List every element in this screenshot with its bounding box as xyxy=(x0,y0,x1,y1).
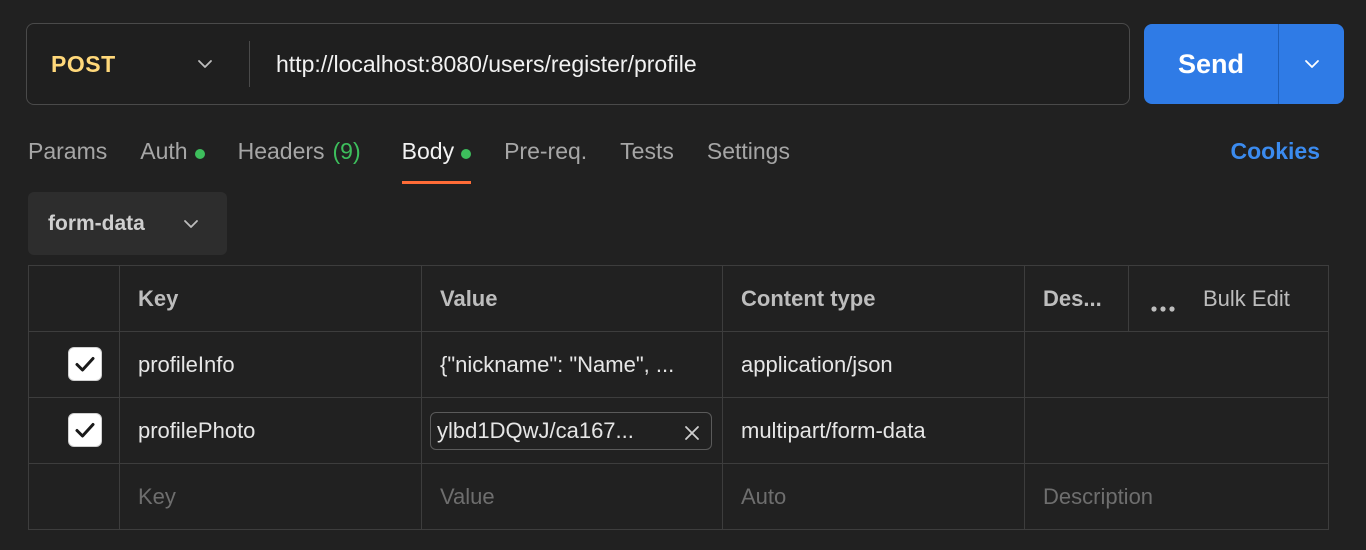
row-value[interactable]: {"nickname": "Name", ... xyxy=(421,331,723,398)
bulk-edit-button[interactable]: Bulk Edit xyxy=(1203,286,1290,312)
headers-count: (9) xyxy=(332,138,361,164)
row-check-cell xyxy=(28,463,120,530)
row-content-type[interactable]: multipart/form-data xyxy=(722,397,1025,464)
row-value-text: {"nickname": "Name", ... xyxy=(440,351,675,377)
tab-body[interactable]: Body xyxy=(401,134,472,184)
status-dot xyxy=(461,149,472,159)
checkmark-icon xyxy=(75,357,95,372)
request-bar: POST xyxy=(26,23,1130,105)
checkmark-icon xyxy=(75,423,95,438)
row-value: ylbd1DQwJ/ca167... xyxy=(421,397,723,464)
tab-label: Params xyxy=(28,138,108,164)
row-key-text: profileInfo xyxy=(138,351,235,377)
more-horizontal-icon[interactable] xyxy=(1149,294,1177,312)
tab-label: Headers xyxy=(237,138,325,164)
row-key[interactable]: profileInfo xyxy=(119,331,422,398)
header-description[interactable]: Des... xyxy=(1024,265,1129,332)
new-description-input[interactable]: Description xyxy=(1024,463,1329,530)
header-key: Key xyxy=(119,265,422,332)
row-content-type[interactable]: application/json xyxy=(722,331,1025,398)
row-key-text: profilePhoto xyxy=(138,417,256,443)
file-chip[interactable]: ylbd1DQwJ/ca167... xyxy=(430,411,712,450)
header-value: Value xyxy=(421,265,723,332)
new-content-type-input[interactable]: Auto xyxy=(722,463,1025,530)
body-type-label: form-data xyxy=(48,211,145,235)
send-button-group: Send xyxy=(1144,24,1344,104)
url-input[interactable] xyxy=(250,24,1129,104)
tab-pre-request[interactable]: Pre-req. xyxy=(504,134,587,184)
tab-label: Auth xyxy=(140,138,188,164)
header-content-type: Content type xyxy=(722,265,1025,332)
cookies-link[interactable]: Cookies xyxy=(1231,138,1320,165)
close-icon[interactable] xyxy=(683,422,701,440)
tab-auth[interactable]: Auth xyxy=(140,134,205,184)
tab-label: Body xyxy=(401,138,455,164)
chevron-down-icon xyxy=(1302,54,1322,74)
row-check-cell xyxy=(28,397,120,464)
tab-label: Pre-req. xyxy=(504,138,588,164)
request-tabs: Params Auth Headers (9) Body Pre-req. Te… xyxy=(28,134,823,186)
row-description[interactable] xyxy=(1024,397,1329,464)
table-header-row: Key Value Content type Des... Bulk Edit xyxy=(28,265,1329,332)
table-row: profilePhoto ylbd1DQwJ/ca167... multipar… xyxy=(28,397,1329,464)
send-button[interactable]: Send xyxy=(1144,24,1278,104)
chevron-down-icon xyxy=(195,54,215,74)
row-content-type-text: application/json xyxy=(741,351,893,377)
tab-headers[interactable]: Headers (9) xyxy=(238,134,361,184)
file-name: ylbd1DQwJ/ca167... xyxy=(437,417,634,443)
body-type-select[interactable]: form-data xyxy=(28,192,227,255)
table-row: profileInfo {"nickname": "Name", ... app… xyxy=(28,331,1329,398)
tab-label: Settings xyxy=(706,138,790,164)
method-select[interactable]: POST xyxy=(27,24,249,104)
row-key[interactable]: profilePhoto xyxy=(119,397,422,464)
send-options-button[interactable] xyxy=(1279,24,1344,104)
tab-label: Tests xyxy=(620,138,674,164)
chevron-down-icon xyxy=(181,214,201,234)
tab-settings[interactable]: Settings xyxy=(707,134,790,184)
new-value-input[interactable]: Value xyxy=(421,463,723,530)
row-content-type-text: multipart/form-data xyxy=(741,417,926,443)
row-check-cell xyxy=(28,331,120,398)
form-data-table: Key Value Content type Des... Bulk Edit … xyxy=(28,265,1329,530)
header-actions: Bulk Edit xyxy=(1128,265,1329,332)
row-description[interactable] xyxy=(1024,331,1329,398)
tab-tests[interactable]: Tests xyxy=(620,134,674,184)
header-check xyxy=(28,265,120,332)
new-key-input[interactable]: Key xyxy=(119,463,422,530)
status-dot xyxy=(194,149,205,159)
tab-params[interactable]: Params xyxy=(28,134,107,184)
table-row-new: Key Value Auto Description xyxy=(28,463,1329,530)
bulk-edit-container: Bulk Edit xyxy=(1147,286,1310,312)
method-label: POST xyxy=(51,50,116,77)
row-checkbox[interactable] xyxy=(68,413,102,447)
row-checkbox[interactable] xyxy=(68,347,102,381)
